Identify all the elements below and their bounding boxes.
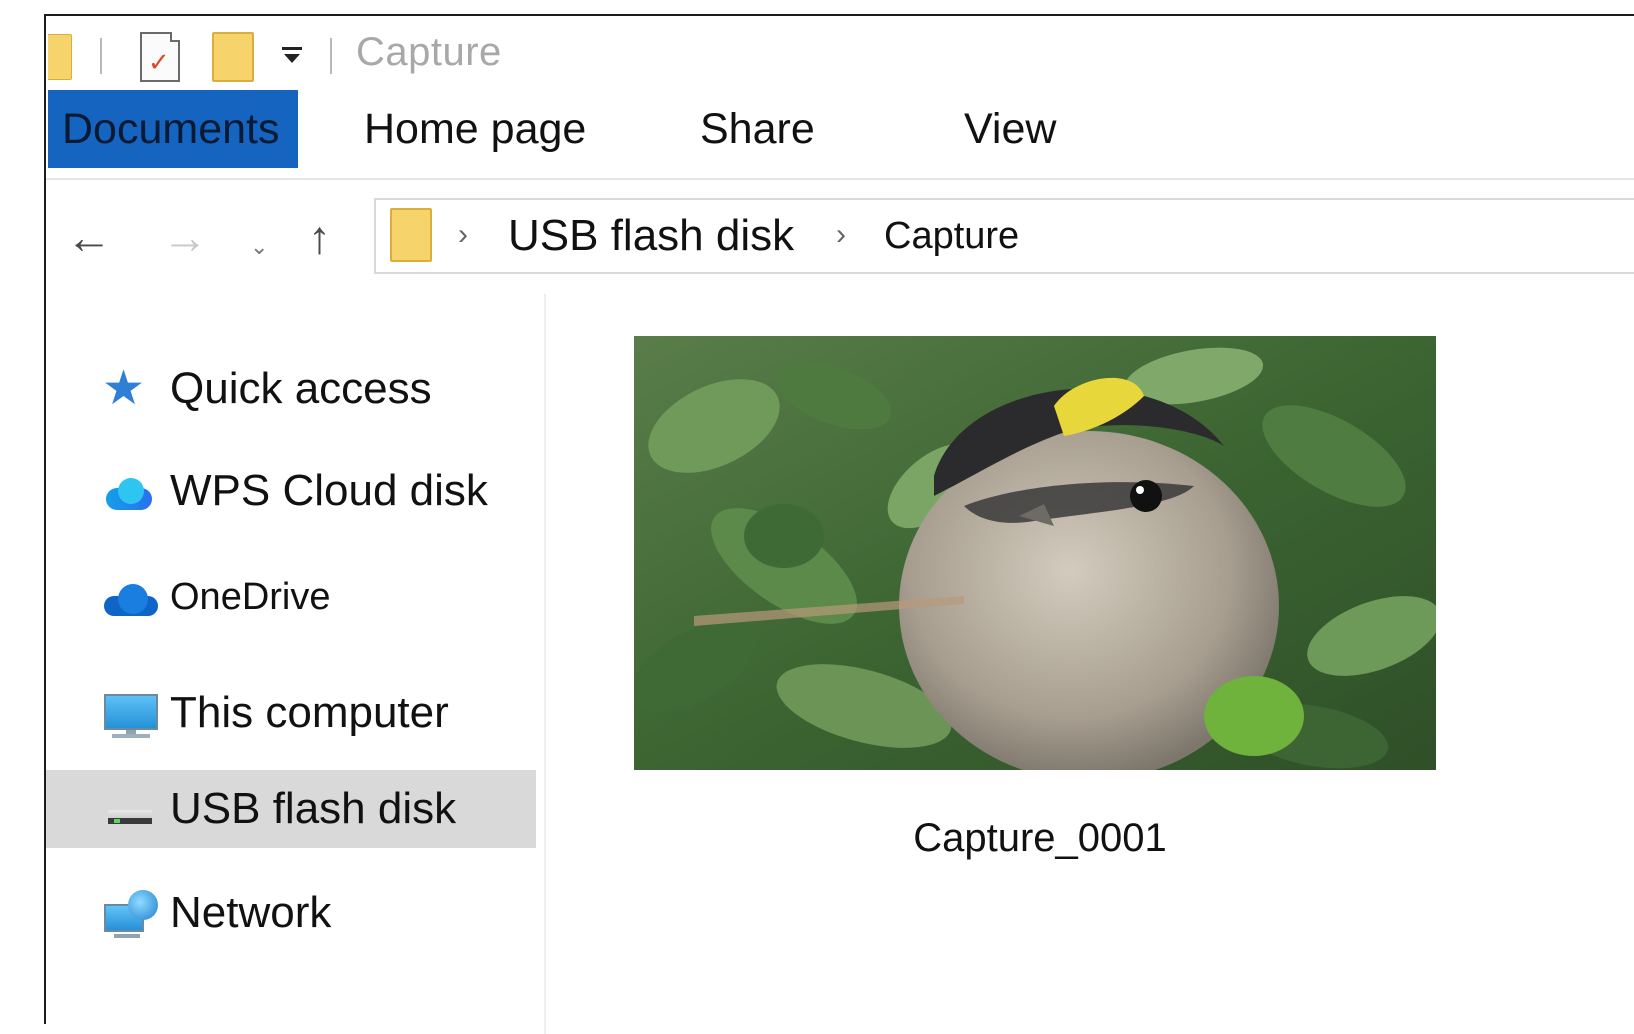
sidebar-item-label: USB flash disk (170, 784, 457, 833)
back-arrow-icon[interactable]: ← (66, 212, 112, 262)
usb-drive-icon (102, 784, 158, 834)
sidebar-item-label: Network (170, 888, 332, 937)
folder-icon[interactable] (48, 34, 72, 80)
tab-home-page[interactable]: Home page (348, 90, 602, 168)
toolbar-separator (100, 38, 102, 74)
file-name-label[interactable]: Capture_0001 (634, 816, 1446, 861)
breadcrumb-usb-flash-disk[interactable]: USB flash disk (508, 210, 794, 262)
ribbon-tabs: Documents Home page Share View (46, 90, 1634, 180)
toolbar-separator (330, 38, 332, 74)
title-bar: ✓ Capture (46, 16, 1634, 92)
computer-icon (102, 688, 158, 738)
sidebar-item-label: Quick access (170, 364, 432, 413)
file-explorer-window: ✓ Capture Documents Home page Share View… (44, 14, 1634, 1034)
sidebar-item-label: This computer (170, 688, 449, 737)
sidebar-item-this-computer[interactable]: This computer (46, 674, 536, 752)
file-thumbnail[interactable] (634, 336, 1436, 770)
bird-photo-thumbnail (634, 336, 1436, 770)
customize-toolbar-dropdown-icon[interactable] (280, 44, 304, 68)
sidebar-item-label: OneDrive (170, 576, 331, 618)
tab-share[interactable]: Share (684, 90, 831, 168)
sidebar-item-network[interactable]: Network (46, 874, 536, 952)
forward-arrow-icon[interactable]: → (162, 212, 208, 262)
sidebar-item-wps-cloud-disk[interactable]: WPS Cloud disk (46, 452, 536, 530)
sidebar-item-label: WPS Cloud disk (170, 466, 488, 515)
breadcrumb-chevron-icon[interactable]: › (458, 218, 468, 252)
tab-view[interactable]: View (948, 90, 1072, 168)
up-arrow-icon[interactable]: ↑ (308, 212, 331, 262)
sidebar-item-usb-flash-disk[interactable]: USB flash disk (46, 770, 536, 848)
folder-icon (390, 208, 432, 262)
pane-divider[interactable] (544, 294, 546, 1034)
tab-documents[interactable]: Documents (48, 90, 298, 168)
recent-locations-chevron-down-icon[interactable]: ⌄ (250, 222, 268, 272)
onedrive-cloud-icon (102, 572, 158, 622)
wps-cloud-icon (102, 466, 158, 516)
breadcrumb-capture[interactable]: Capture (884, 210, 1019, 262)
address-bar[interactable]: › USB flash disk › Capture (374, 198, 1634, 274)
network-icon (102, 888, 158, 938)
sidebar-item-quick-access[interactable]: ★ Quick access (46, 350, 536, 428)
window-title: Capture (356, 30, 502, 74)
breadcrumb-chevron-icon[interactable]: › (836, 218, 846, 252)
new-folder-icon[interactable] (212, 32, 254, 82)
star-icon: ★ (102, 362, 146, 415)
sidebar-item-onedrive[interactable]: OneDrive (46, 558, 536, 636)
properties-icon[interactable]: ✓ (140, 32, 180, 82)
